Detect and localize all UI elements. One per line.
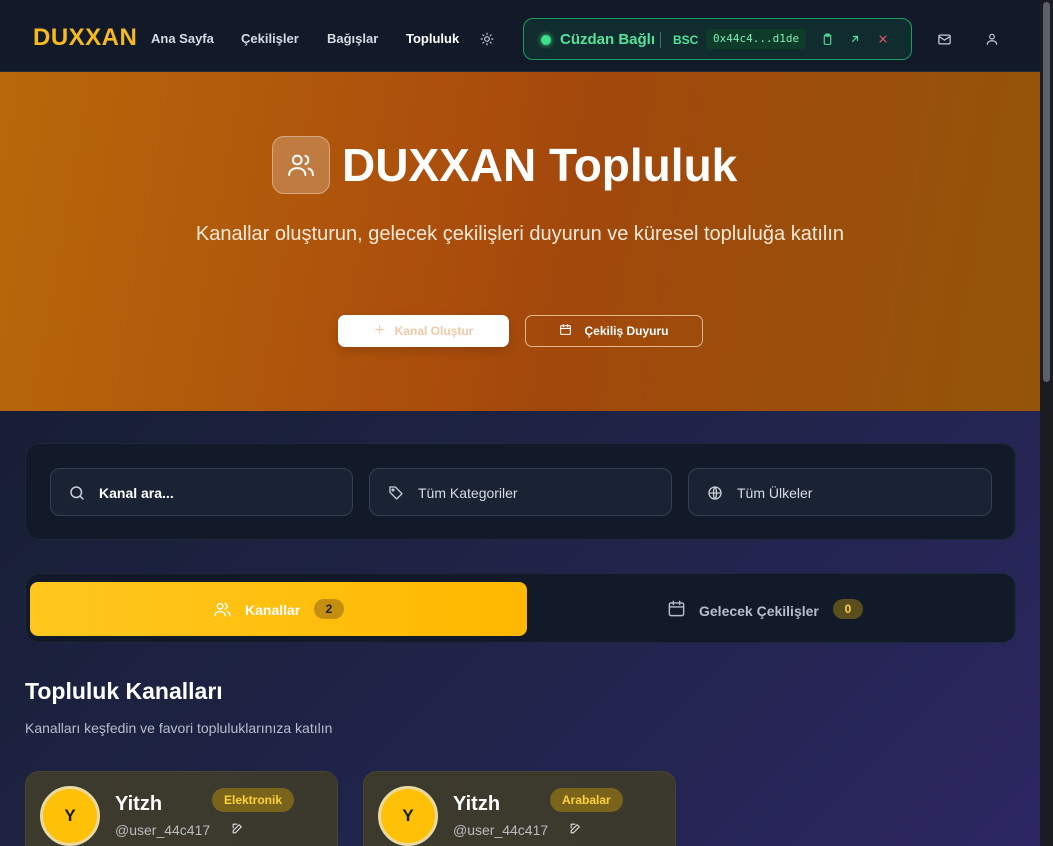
tab-channels[interactable]: Kanallar 2 <box>30 582 527 636</box>
country-value: Tüm Ülkeler <box>737 485 813 501</box>
wallet-connected-panel: Cüzdan Bağlı BSC 0x44c4...d1de <box>523 18 912 60</box>
tab-upcoming-giveaways[interactable]: Gelecek Çekilişler 0 <box>527 582 1013 636</box>
nav-link-home[interactable]: Ana Sayfa <box>151 31 214 46</box>
wallet-divider <box>660 32 661 48</box>
tab-bar: Kanallar 2 Gelecek Çekilişler 0 <box>25 573 1016 643</box>
channel-search-input[interactable]: Kanal ara... <box>50 468 353 516</box>
search-icon <box>67 483 87 503</box>
section-title: Topluluk Kanalları <box>25 678 223 704</box>
user-icon[interactable] <box>981 28 1003 50</box>
hero-subtitle: Kanallar oluşturun, gelecek çekilişleri … <box>195 223 845 245</box>
avatar: Y <box>378 786 438 846</box>
avatar: Y <box>40 786 100 846</box>
channel-card[interactable]: Y Yitzh @user_44c417 Elektronik <box>25 771 338 846</box>
nav-link-community[interactable]: Topluluk <box>406 31 459 46</box>
section-subtitle: Kanalları keşfedin ve favori topluluklar… <box>25 720 333 736</box>
category-select[interactable]: Tüm Kategoriler <box>369 468 672 516</box>
category-value: Tüm Kategoriler <box>418 485 518 501</box>
announce-giveaway-label: Çekiliş Duyuru <box>584 324 669 338</box>
top-navbar: DUXXAN Ana Sayfa Çekilişler Bağışlar Top… <box>0 0 1040 72</box>
users-icon <box>213 600 232 624</box>
tag-icon <box>386 483 406 503</box>
channel-name: Yitzh <box>453 793 501 815</box>
connected-status-dot <box>541 35 551 45</box>
create-channel-label: Kanal Oluştur <box>394 324 474 338</box>
brand-logo[interactable]: DUXXAN <box>33 24 137 52</box>
channel-username: @user_44c417 <box>453 822 549 838</box>
calendar-icon <box>559 323 572 339</box>
tab-upcoming-label: Gelecek Çekilişler <box>699 603 819 619</box>
hero-banner: DUXXAN Topluluk Kanallar oluşturun, gele… <box>0 72 1040 411</box>
channel-card[interactable]: Y Yitzh @user_44c417 Arabalar <box>363 771 676 846</box>
category-badge: Arabalar <box>550 788 623 812</box>
category-badge: Elektronik <box>212 788 295 812</box>
search-placeholder: Kanal ara... <box>99 485 174 501</box>
plus-icon <box>374 324 385 338</box>
country-select[interactable]: Tüm Ülkeler <box>688 468 992 516</box>
copy-icon[interactable] <box>818 30 836 48</box>
users-icon <box>272 136 330 194</box>
wallet-chain-label: BSC <box>673 33 699 47</box>
nav-link-giveaways[interactable]: Çekilişler <box>241 31 299 46</box>
tab-channels-count: 2 <box>314 599 344 619</box>
hero-title: DUXXAN Topluluk <box>342 139 738 191</box>
channel-name: Yitzh <box>115 793 163 815</box>
tab-upcoming-count: 0 <box>833 599 863 619</box>
tab-channels-label: Kanallar <box>245 602 301 618</box>
sun-icon[interactable] <box>476 28 498 50</box>
close-icon[interactable] <box>874 30 892 48</box>
globe-icon <box>705 483 725 503</box>
announce-giveaway-button[interactable]: Çekiliş Duyuru <box>525 315 703 347</box>
channel-username: @user_44c417 <box>115 822 211 838</box>
edit-icon[interactable] <box>567 820 583 836</box>
calendar-icon <box>667 599 686 623</box>
wallet-status-text: Cüzdan Bağlı <box>560 31 656 48</box>
mail-icon[interactable] <box>933 28 955 50</box>
scrollbar-thumb[interactable] <box>1043 2 1050 382</box>
create-channel-button[interactable]: Kanal Oluştur <box>338 315 509 347</box>
wallet-address: 0x44c4...d1de <box>706 29 807 49</box>
nav-link-donations[interactable]: Bağışlar <box>327 31 378 46</box>
edit-icon[interactable] <box>229 820 245 836</box>
external-link-icon[interactable] <box>846 30 864 48</box>
filter-panel: Kanal ara... Tüm Kategoriler Tüm Ülkeler <box>25 443 1016 540</box>
